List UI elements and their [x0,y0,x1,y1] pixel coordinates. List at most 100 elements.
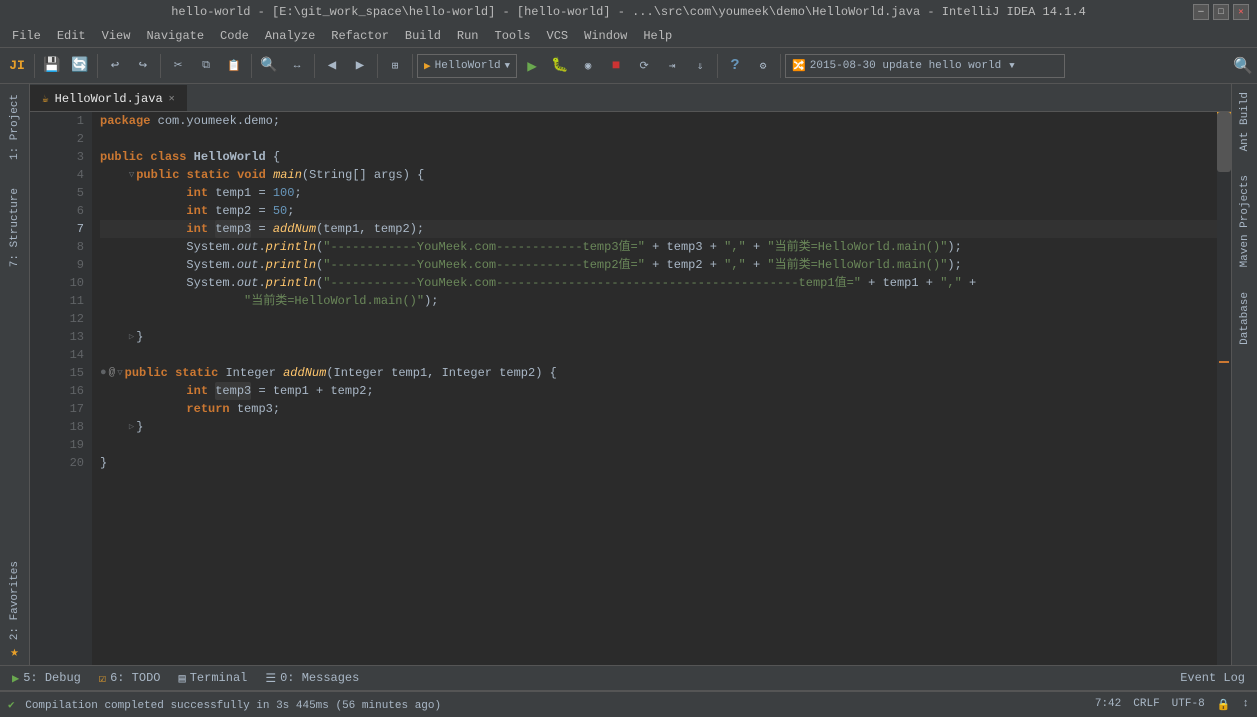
code-content[interactable]: package com.youmeek.demo; public class H… [92,112,1217,665]
vertical-scrollbar[interactable] [1217,112,1231,665]
stop-button[interactable]: ■ [603,53,629,79]
favorites-icon[interactable]: 2: Favorites ★ [7,557,23,661]
debug-button[interactable]: 🐛 [547,53,573,79]
toolbar-sep-6 [377,54,378,78]
structure-button[interactable]: ⊞ [382,53,408,79]
menu-view[interactable]: View [94,26,139,46]
code-line-17: return temp3; [100,400,1217,418]
editor-tab-helloworld[interactable]: ☕ HelloWorld.java ✕ [30,85,187,111]
ln-17: 17 [46,400,84,418]
toolbar-sep-1 [34,54,35,78]
code-line-8: System . out . println ( "------------Yo… [100,238,1217,256]
toolbar-sep-5 [314,54,315,78]
debug-tab-label: 5: Debug [23,671,81,685]
menu-run[interactable]: Run [449,26,487,46]
menu-window[interactable]: Window [576,26,635,46]
menu-refactor[interactable]: Refactor [323,26,397,46]
ln-9: 9 [46,256,84,274]
help-button[interactable]: ? [722,53,748,79]
fold-triangle-4[interactable]: ▽ [129,166,134,184]
window-title: hello-world - [E:\git_work_space\hello-w… [171,5,1086,19]
undo-button[interactable]: ↩ [102,53,128,79]
code-line-2 [100,130,1217,148]
run-config-arrow: ▼ [505,61,510,71]
debug-tab-icon: ▶ [12,671,19,686]
sidebar-tab-database[interactable]: Database [1235,284,1255,353]
step-into-button[interactable]: ⇓ [687,53,713,79]
run-config-icon: ▶ [424,59,431,73]
run-coverage-button[interactable]: ◉ [575,53,601,79]
menu-file[interactable]: File [4,26,49,46]
run-config-selector[interactable]: ▶ HelloWorld ▼ [417,54,517,78]
code-editor[interactable]: 1 2 3 4 5 6 7 8 9 10 11 12 13 14 15 16 1… [30,112,1231,665]
toolbar-sep-2 [97,54,98,78]
close-button[interactable]: ✕ [1233,4,1249,20]
back-button[interactable]: ◀ [319,53,345,79]
sidebar-tab-structure[interactable]: 7: Structure [7,182,23,273]
find-button[interactable]: 🔍 [256,53,282,79]
step-over-button[interactable]: ⇥ [659,53,685,79]
menu-build[interactable]: Build [397,26,449,46]
cut-button[interactable]: ✂ [165,53,191,79]
code-line-4: ▽ public static void main ( String [] ar… [100,166,1217,184]
menu-vcs[interactable]: VCS [539,26,577,46]
paste-button[interactable]: 📋 [221,53,247,79]
replace-button[interactable]: ↔ [284,53,310,79]
menu-code[interactable]: Code [212,26,257,46]
rebuild-button[interactable]: ⟳ [631,53,657,79]
menu-help[interactable]: Help [635,26,680,46]
ln-8: 8 [46,238,84,256]
code-line-20: } [100,454,1217,472]
breakpoint-15[interactable]: ● [100,364,107,382]
run-button[interactable]: ▶ [519,53,545,79]
gutter-18 [30,418,46,436]
save-all-button[interactable]: 💾 [39,53,65,79]
fold-triangle-18[interactable]: ▷ [129,418,134,436]
bottom-tab-debug[interactable]: ▶ 5: Debug [4,666,89,690]
vcs-commit-box[interactable]: 🔀 2015-08-30 update hello world ▼ [785,54,1065,78]
sidebar-tab-ant-build[interactable]: Ant Build [1235,84,1255,159]
gutter-10 [30,274,46,292]
minimize-button[interactable]: ─ [1193,4,1209,20]
redo-button[interactable]: ↪ [130,53,156,79]
gutter-14 [30,346,46,364]
copy-button[interactable]: ⧉ [193,53,219,79]
ln-11: 11 [46,292,84,310]
ln-20: 20 [46,454,84,472]
menu-edit[interactable]: Edit [49,26,94,46]
tab-close-button[interactable]: ✕ [169,93,175,105]
toolbar-sep-3 [160,54,161,78]
messages-tab-label: 0: Messages [280,671,359,685]
charset[interactable]: UTF-8 [1172,698,1205,712]
forward-button[interactable]: ▶ [347,53,373,79]
sidebar-tab-maven[interactable]: Maven Projects [1235,167,1255,275]
commit-icon: 🔀 [792,59,806,73]
fold-triangle-15[interactable]: ▽ [117,364,122,382]
cursor-position[interactable]: 7:42 [1095,698,1121,712]
ln-5: 5 [46,184,84,202]
commit-arrow: ▼ [1009,61,1014,71]
code-line-15: ● @ ▽ public static Integer addNum ( Int… [100,364,1217,382]
sdk-button[interactable]: ⚙ [750,53,776,79]
sidebar-tab-project[interactable]: 1: Project [7,88,23,166]
bottom-tab-messages[interactable]: ☰ 0: Messages [257,666,367,690]
line-ending[interactable]: CRLF [1133,698,1159,712]
event-log-button[interactable]: Event Log [1172,666,1253,690]
code-line-9: System . out . println ( "------------Yo… [100,256,1217,274]
synchronize-button[interactable]: 🔄 [67,53,93,79]
menu-analyze[interactable]: Analyze [257,26,323,46]
menu-bar: File Edit View Navigate Code Analyze Ref… [0,24,1257,48]
terminal-tab-icon: ▤ [179,671,186,686]
global-search-icon[interactable]: 🔍 [1233,56,1253,76]
menu-navigate[interactable]: Navigate [138,26,212,46]
menu-tools[interactable]: Tools [487,26,539,46]
bottom-tab-todo[interactable]: ☑ 6: TODO [91,666,169,690]
fold-triangle-13[interactable]: ▷ [129,328,134,346]
scroll-thumb[interactable] [1217,112,1231,172]
maximize-button[interactable]: □ [1213,4,1229,20]
todo-tab-label: 6: TODO [110,671,160,685]
gutter-8 [30,238,46,256]
code-line-1: package com.youmeek.demo; [100,112,1217,130]
status-bar: ✔ Compilation completed successfully in … [0,691,1257,717]
bottom-tab-terminal[interactable]: ▤ Terminal [171,666,256,690]
